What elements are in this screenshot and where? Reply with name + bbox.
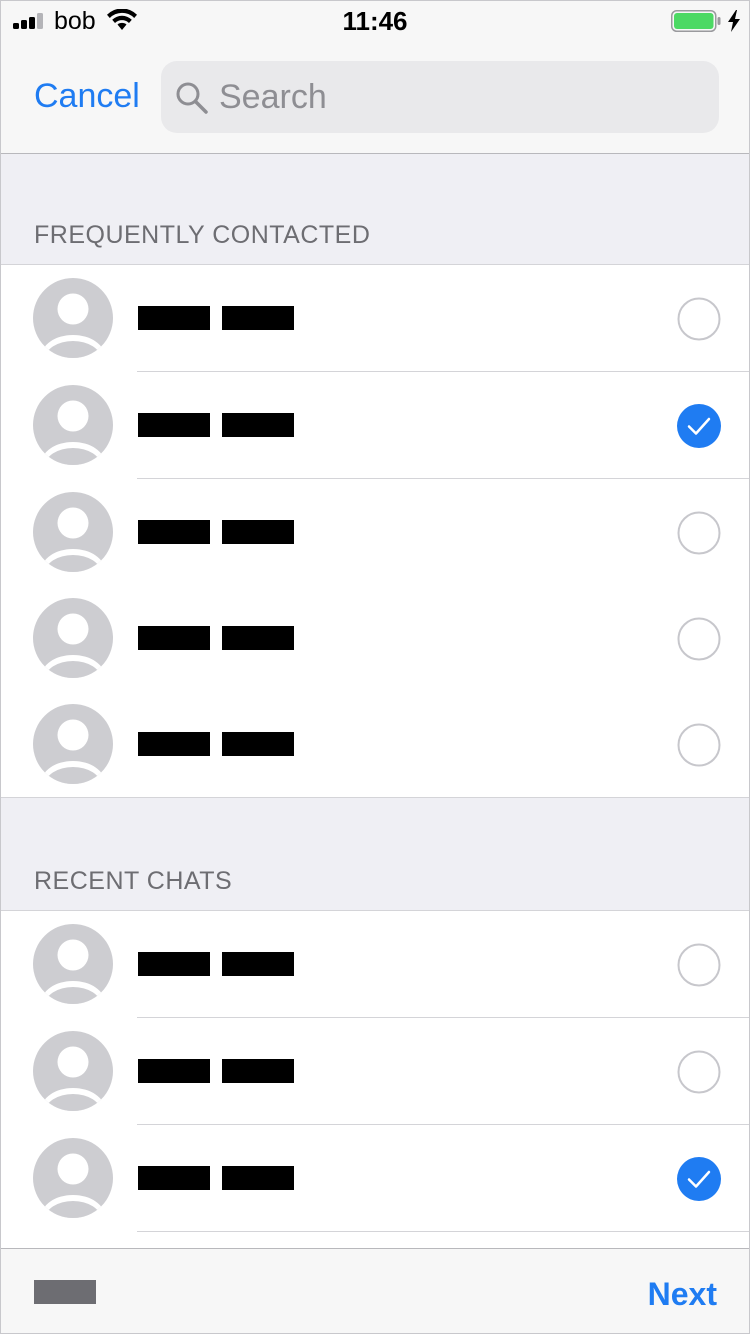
avatar-placeholder-icon xyxy=(33,385,113,465)
search-field[interactable] xyxy=(161,61,719,133)
contact-row[interactable] xyxy=(1,1018,749,1125)
redacted-first-name xyxy=(138,1166,210,1190)
redacted-first-name xyxy=(138,306,210,330)
share-contact-picker: bob 11:46 Cancel FREQUENTLY CONTACTED xyxy=(0,0,750,1334)
empty-circle-icon[interactable] xyxy=(677,297,721,341)
empty-circle-icon[interactable] xyxy=(677,511,721,555)
battery-icon xyxy=(671,10,721,32)
section-header-recent-chats: RECENT CHATS xyxy=(1,798,749,911)
redacted-last-name xyxy=(222,626,294,650)
section-title: FREQUENTLY CONTACTED xyxy=(34,221,371,249)
cancel-button[interactable]: Cancel xyxy=(34,77,140,116)
section-title: RECENT CHATS xyxy=(34,867,233,895)
status-time: 11:46 xyxy=(342,6,408,36)
section-header-frequently-contacted: FREQUENTLY CONTACTED xyxy=(1,154,749,265)
redacted-first-name xyxy=(138,626,210,650)
avatar-placeholder-icon xyxy=(33,598,113,678)
redacted-last-name xyxy=(222,952,294,976)
redacted-first-name xyxy=(138,413,210,437)
charging-bolt-icon xyxy=(728,10,740,32)
empty-circle-icon[interactable] xyxy=(677,723,721,767)
contact-row[interactable] xyxy=(1,1125,749,1232)
redacted-first-name xyxy=(138,520,210,544)
contact-row[interactable] xyxy=(1,585,749,692)
status-bar: bob 11:46 xyxy=(1,1,749,41)
checkmark-circle-icon[interactable] xyxy=(677,404,721,448)
empty-circle-icon[interactable] xyxy=(677,617,721,661)
avatar-placeholder-icon xyxy=(33,278,113,358)
contact-row[interactable] xyxy=(1,372,749,479)
avatar-placeholder-icon xyxy=(33,704,113,784)
bottom-toolbar: Next xyxy=(1,1248,749,1333)
redacted-first-name xyxy=(138,1059,210,1083)
search-input[interactable] xyxy=(219,61,699,133)
redacted-last-name xyxy=(222,1059,294,1083)
redacted-last-name xyxy=(222,413,294,437)
redacted-last-name xyxy=(222,520,294,544)
redacted-last-name xyxy=(222,732,294,756)
contact-row[interactable] xyxy=(1,691,749,798)
navigation-bar: Cancel xyxy=(1,41,749,154)
redacted-last-name xyxy=(222,306,294,330)
avatar-placeholder-icon xyxy=(33,492,113,572)
redacted-last-name xyxy=(222,1166,294,1190)
next-button[interactable]: Next xyxy=(648,1276,717,1313)
row-divider xyxy=(137,1231,749,1232)
search-icon xyxy=(176,82,208,114)
redacted-first-name xyxy=(138,732,210,756)
contact-row[interactable] xyxy=(1,911,749,1018)
contact-row[interactable] xyxy=(1,479,749,586)
avatar-placeholder-icon xyxy=(33,924,113,1004)
checkmark-circle-icon[interactable] xyxy=(677,1157,721,1201)
redacted-first-name xyxy=(138,952,210,976)
contact-row[interactable] xyxy=(1,265,749,372)
redacted-selection-summary xyxy=(34,1280,96,1304)
empty-circle-icon[interactable] xyxy=(677,1050,721,1094)
empty-circle-icon[interactable] xyxy=(677,943,721,987)
avatar-placeholder-icon xyxy=(33,1031,113,1111)
avatar-placeholder-icon xyxy=(33,1138,113,1218)
